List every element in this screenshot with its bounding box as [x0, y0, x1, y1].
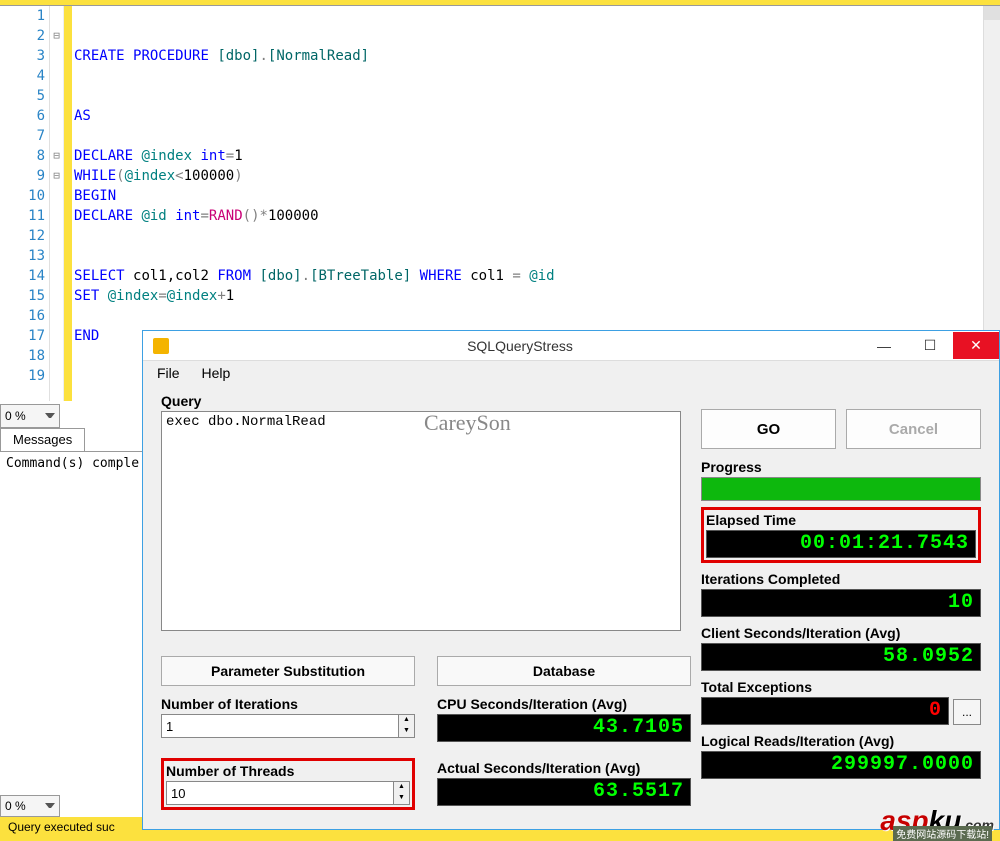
threads-stepper[interactable]: ▲▼ [394, 781, 410, 805]
aspku-subtitle: 免费网站源码下载站! [893, 826, 992, 841]
sqlquerystress-window: SQLQueryStress — ☐ ✕ File Help Query exe… [142, 330, 1000, 830]
progress-bar [701, 477, 981, 501]
num-iterations-label: Number of Iterations [161, 696, 415, 712]
go-button[interactable]: GO [701, 409, 836, 449]
window-title: SQLQueryStress [179, 338, 861, 354]
chevron-down-icon [45, 413, 55, 423]
cancel-button[interactable]: Cancel [846, 409, 981, 449]
exceptions-details-button[interactable]: ... [953, 699, 981, 725]
total-exceptions-label: Total Exceptions [701, 679, 981, 695]
num-iterations-input[interactable] [161, 714, 399, 738]
elapsed-label: Elapsed Time [706, 512, 976, 528]
num-threads-label: Number of Threads [166, 763, 410, 779]
client-seconds-label: Client Seconds/Iteration (Avg) [701, 625, 981, 641]
query-input[interactable]: exec dbo.NormalRead [161, 411, 681, 631]
messages-tab[interactable]: Messages [0, 428, 85, 452]
zoom-dropdown-bottom[interactable]: 0 % [0, 795, 60, 817]
maximize-button[interactable]: ☐ [907, 332, 953, 359]
iterations-completed-label: Iterations Completed [701, 571, 981, 587]
minimize-button[interactable]: — [861, 332, 907, 359]
iterations-completed-readout: 10 [701, 589, 981, 617]
database-button[interactable]: Database [437, 656, 691, 686]
line-gutter: 12345678910111213141516171819 [0, 6, 50, 401]
zoom-dropdown[interactable]: 0 % [0, 404, 60, 428]
progress-label: Progress [701, 459, 981, 475]
close-button[interactable]: ✕ [953, 332, 999, 359]
client-seconds-readout: 58.0952 [701, 643, 981, 671]
elapsed-readout: 00:01:21.7543 [706, 530, 976, 558]
param-substitution-button[interactable]: Parameter Substitution [161, 656, 415, 686]
logical-reads-label: Logical Reads/Iteration (Avg) [701, 733, 981, 749]
elapsed-highlight: Elapsed Time 00:01:21.7543 [701, 507, 981, 563]
menu-bar: File Help [143, 361, 999, 387]
menu-file[interactable]: File [157, 365, 180, 381]
total-exceptions-readout: 0 [701, 697, 949, 725]
num-threads-input[interactable] [166, 781, 394, 805]
threads-highlight: Number of Threads ▲▼ [161, 758, 415, 810]
fold-column[interactable]: ⊟⊟⊟ [50, 6, 64, 401]
chevron-down-icon [45, 803, 55, 813]
menu-help[interactable]: Help [201, 365, 230, 381]
window-titlebar[interactable]: SQLQueryStress — ☐ ✕ [143, 331, 999, 361]
watermark: CareySon [424, 410, 511, 436]
logical-reads-readout: 299997.0000 [701, 751, 981, 779]
actual-seconds-readout: 63.5517 [437, 778, 691, 806]
query-label: Query [161, 393, 691, 409]
cpu-seconds-label: CPU Seconds/Iteration (Avg) [437, 696, 691, 712]
change-marker [64, 6, 72, 401]
app-icon [153, 338, 169, 354]
cpu-seconds-readout: 43.7105 [437, 714, 691, 742]
actual-seconds-label: Actual Seconds/Iteration (Avg) [437, 760, 691, 776]
iterations-stepper[interactable]: ▲▼ [399, 714, 415, 738]
